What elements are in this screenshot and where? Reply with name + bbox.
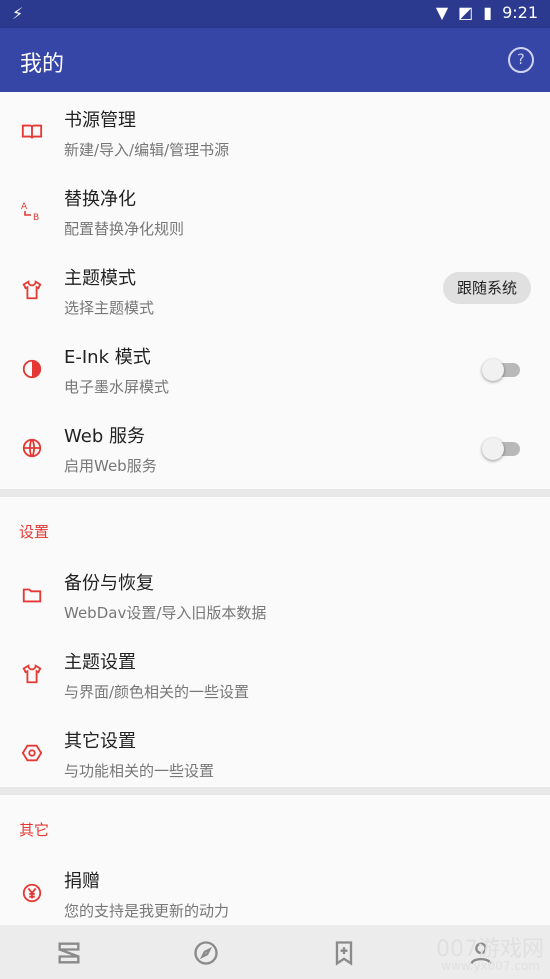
list-item-eink[interactable]: E-Ink 模式 电子墨水屏模式 (0, 329, 550, 408)
bottom-navigation: 007游戏网 www.yx007.com (0, 925, 550, 979)
item-title: 替换净化 (64, 189, 136, 210)
svg-text:A: A (21, 202, 28, 212)
bookshelf-icon[interactable] (55, 939, 83, 967)
book-icon (20, 120, 44, 144)
settings-card: 设置 备份与恢复 WebDav设置/导入旧版本数据 主题设置 与界面/颜色相关的… (0, 497, 550, 787)
status-bar: ⚡ ▼ ◩ ▮ 9:21 (0, 0, 550, 28)
eink-toggle[interactable] (482, 359, 522, 381)
list-item-donate[interactable]: 捐赠 您的支持是我更新的动力 (0, 853, 550, 932)
page-title: 我的 (20, 52, 65, 77)
wifi-icon: ▼ (435, 3, 449, 22)
web-service-toggle[interactable] (482, 438, 522, 460)
settings-section-header: 设置 (19, 523, 50, 541)
help-button[interactable]: ? (508, 47, 534, 73)
list-item-replace[interactable]: AB 替换净化 配置替换净化规则 (0, 171, 550, 250)
svg-text:B: B (33, 213, 39, 223)
section-divider (0, 787, 550, 795)
bookmark-add-icon[interactable] (330, 939, 358, 967)
list-item-other-settings[interactable]: 其它设置 与功能相关的一些设置 (0, 713, 550, 792)
flash-icon: ⚡ (12, 4, 24, 23)
item-subtitle: WebDav设置/导入旧版本数据 (64, 604, 267, 622)
item-subtitle: 选择主题模式 (64, 299, 155, 317)
globe-icon (20, 436, 44, 460)
list-item-web-service[interactable]: Web 服务 启用Web服务 (0, 408, 550, 487)
contrast-icon (20, 357, 44, 381)
main-card: 书源管理 新建/导入/编辑/管理书源 AB 替换净化 配置替换净化规则 主题模式… (0, 92, 550, 489)
item-title: 主题模式 (64, 268, 136, 289)
item-subtitle: 与功能相关的一些设置 (64, 762, 215, 780)
toggle-thumb (482, 438, 504, 460)
item-title: E-Ink 模式 (64, 347, 151, 368)
compass-icon[interactable] (192, 939, 220, 967)
status-icons: ▼ ◩ ▮ 9:21 (436, 3, 538, 22)
folder-icon (20, 583, 44, 607)
no-signal-icon: ◩ (458, 3, 474, 22)
list-item-book-source[interactable]: 书源管理 新建/导入/编辑/管理书源 (0, 92, 550, 171)
item-title: 主题设置 (64, 652, 136, 673)
section-divider (0, 489, 550, 497)
shirt-icon (20, 662, 44, 686)
list-item-backup[interactable]: 备份与恢复 WebDav设置/导入旧版本数据 (0, 555, 550, 634)
item-title: Web 服务 (64, 426, 145, 447)
item-subtitle: 与界面/颜色相关的一些设置 (64, 683, 250, 701)
item-subtitle: 您的支持是我更新的动力 (64, 902, 230, 920)
item-subtitle: 新建/导入/编辑/管理书源 (64, 141, 230, 159)
item-subtitle: 启用Web服务 (64, 457, 157, 475)
toggle-thumb (482, 359, 504, 381)
item-title: 其它设置 (64, 731, 136, 752)
yen-icon (20, 881, 44, 905)
other-card: 其它 捐赠 您的支持是我更新的动力 (0, 795, 550, 925)
list-item-theme-settings[interactable]: 主题设置 与界面/颜色相关的一些设置 (0, 634, 550, 713)
theme-mode-chip[interactable]: 跟随系统 (442, 272, 531, 304)
battery-icon: ▮ (483, 3, 493, 22)
item-title: 备份与恢复 (64, 573, 154, 594)
hexagon-settings-icon (20, 741, 44, 765)
shirt-icon (20, 278, 44, 302)
item-subtitle: 配置替换净化规则 (64, 220, 185, 238)
app-bar: 我的 ? (0, 28, 550, 92)
item-subtitle: 电子墨水屏模式 (64, 378, 170, 396)
replace-icon: AB (20, 199, 44, 223)
item-title: 书源管理 (64, 110, 136, 131)
status-time: 9:21 (502, 3, 538, 22)
other-section-header: 其它 (19, 821, 50, 839)
item-title: 捐赠 (64, 871, 100, 892)
list-item-theme-mode[interactable]: 主题模式 选择主题模式 跟随系统 (0, 250, 550, 329)
watermark-url: www.yx007.com (441, 959, 540, 973)
